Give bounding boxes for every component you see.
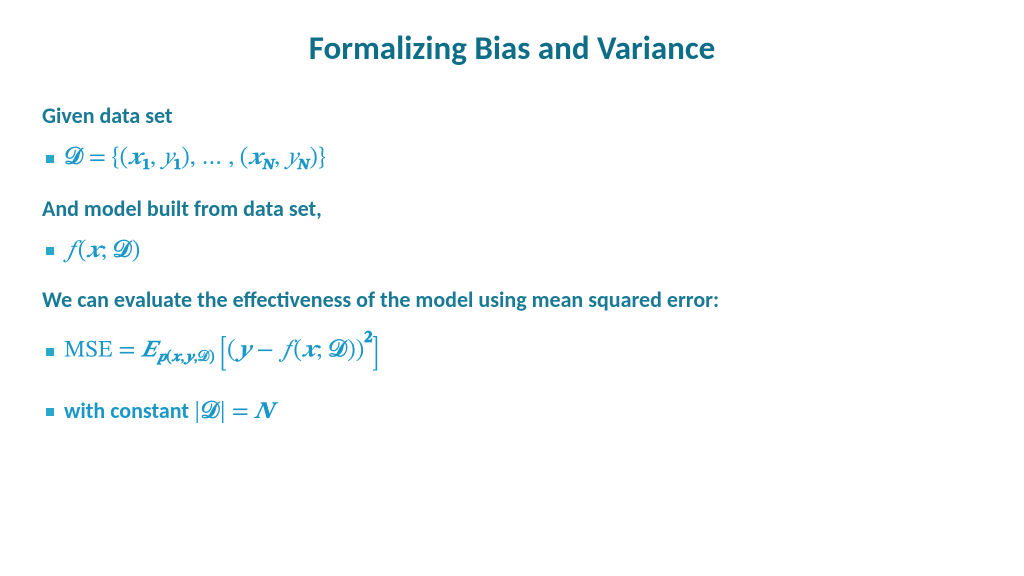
square-bullet-icon xyxy=(46,155,54,163)
sD: 𝒟 xyxy=(197,349,209,365)
by: 𝒚 xyxy=(236,338,251,362)
sym-rp: ) xyxy=(181,146,190,170)
bullet-dataset: 𝒟 = {(𝒙𝟏, 𝑦𝟏), … , (𝒙𝑵, 𝑦𝑵)} xyxy=(46,143,982,175)
bullet-model: 𝑓(𝒙; 𝒟) xyxy=(46,236,982,266)
bf: 𝑓 xyxy=(279,338,293,362)
sym-comma2: , xyxy=(190,146,202,170)
slide: Formalizing Bias and Variance Given data… xyxy=(0,0,1024,576)
big-rbracket: ] xyxy=(372,331,379,377)
bullet-constant: with constant |𝒟| = 𝑵 xyxy=(46,397,982,427)
heading-model-built: And model built from data set, xyxy=(42,195,982,222)
sym-mse: MSE xyxy=(64,338,113,362)
bullet-mse: MSE = 𝑬𝒑(𝒙,𝒚,𝒟) [(𝒚 − 𝑓(𝒙; 𝒟))𝟐] xyxy=(46,327,982,377)
sym-lp: ( xyxy=(120,146,129,170)
sym-dots: … xyxy=(201,146,228,170)
slide-title: Formalizing Bias and Variance xyxy=(42,28,982,68)
sym-comma: , xyxy=(150,146,162,170)
sub-1: 𝟏 xyxy=(143,158,150,173)
sym-rp3: ) xyxy=(132,239,141,263)
label-with-constant: with constant xyxy=(64,397,194,424)
brp: ) xyxy=(347,338,356,362)
bminus: − xyxy=(251,338,280,362)
sym-D2: 𝒟 xyxy=(112,237,131,263)
sym-comma4: , xyxy=(274,146,286,170)
bD: 𝒟 xyxy=(328,336,347,362)
sub-pxyd: 𝒑(𝒙,𝒚,𝒟) xyxy=(157,350,215,365)
heading-given-data-set: Given data set xyxy=(42,102,982,129)
square-bullet-icon xyxy=(46,247,54,255)
brp2: ) xyxy=(356,338,365,362)
srp: ) xyxy=(209,350,214,365)
sym-rp2: ) xyxy=(309,146,318,170)
bsemi: ; xyxy=(316,338,328,362)
heading-evaluate: We can evaluate the effectiveness of the… xyxy=(42,286,982,313)
blp2: ( xyxy=(293,338,302,362)
sym-p: 𝒑 xyxy=(157,350,167,365)
sym-f: 𝑓 xyxy=(64,239,78,263)
sym-y2: 𝑦 xyxy=(286,146,298,170)
square-bullet-icon xyxy=(46,348,54,356)
sym-D: 𝒟 xyxy=(64,144,83,170)
sx: 𝒙 xyxy=(172,350,181,365)
big-lbracket: [ xyxy=(220,331,227,377)
sym-x3: 𝒙 xyxy=(86,239,101,263)
square-bullet-icon xyxy=(46,408,54,416)
cN: 𝑵 xyxy=(255,400,273,424)
sub-N: 𝑵 xyxy=(263,158,274,173)
sy: 𝒚 xyxy=(184,350,193,365)
sym-eq2: = xyxy=(113,338,142,362)
sym-y: 𝑦 xyxy=(162,146,174,170)
formula-mse: MSE = 𝑬𝒑(𝒙,𝒚,𝒟) [(𝒚 − 𝑓(𝒙; 𝒟))𝟐] xyxy=(64,327,379,377)
blp: ( xyxy=(227,338,236,362)
sym-x: 𝒙 xyxy=(128,146,143,170)
sym-x2: 𝒙 xyxy=(248,146,263,170)
bx: 𝒙 xyxy=(302,338,317,362)
formula-constant: with constant |𝒟| = 𝑵 xyxy=(64,397,273,427)
formula-model: 𝑓(𝒙; 𝒟) xyxy=(64,236,140,266)
formula-dataset: 𝒟 = {(𝒙𝟏, 𝑦𝟏), … , (𝒙𝑵, 𝑦𝑵)} xyxy=(64,143,326,175)
ceq: = xyxy=(226,400,255,424)
sym-eq: = xyxy=(83,146,112,170)
sym-E: 𝑬 xyxy=(141,338,157,362)
cD: 𝒟 xyxy=(200,398,219,424)
sub-Nb: 𝑵 xyxy=(298,158,309,173)
sym-rbrace: } xyxy=(318,146,326,170)
sym-semi: ; xyxy=(101,239,113,263)
sym-lbrace: { xyxy=(112,146,120,170)
sym-comma3: , xyxy=(228,146,240,170)
